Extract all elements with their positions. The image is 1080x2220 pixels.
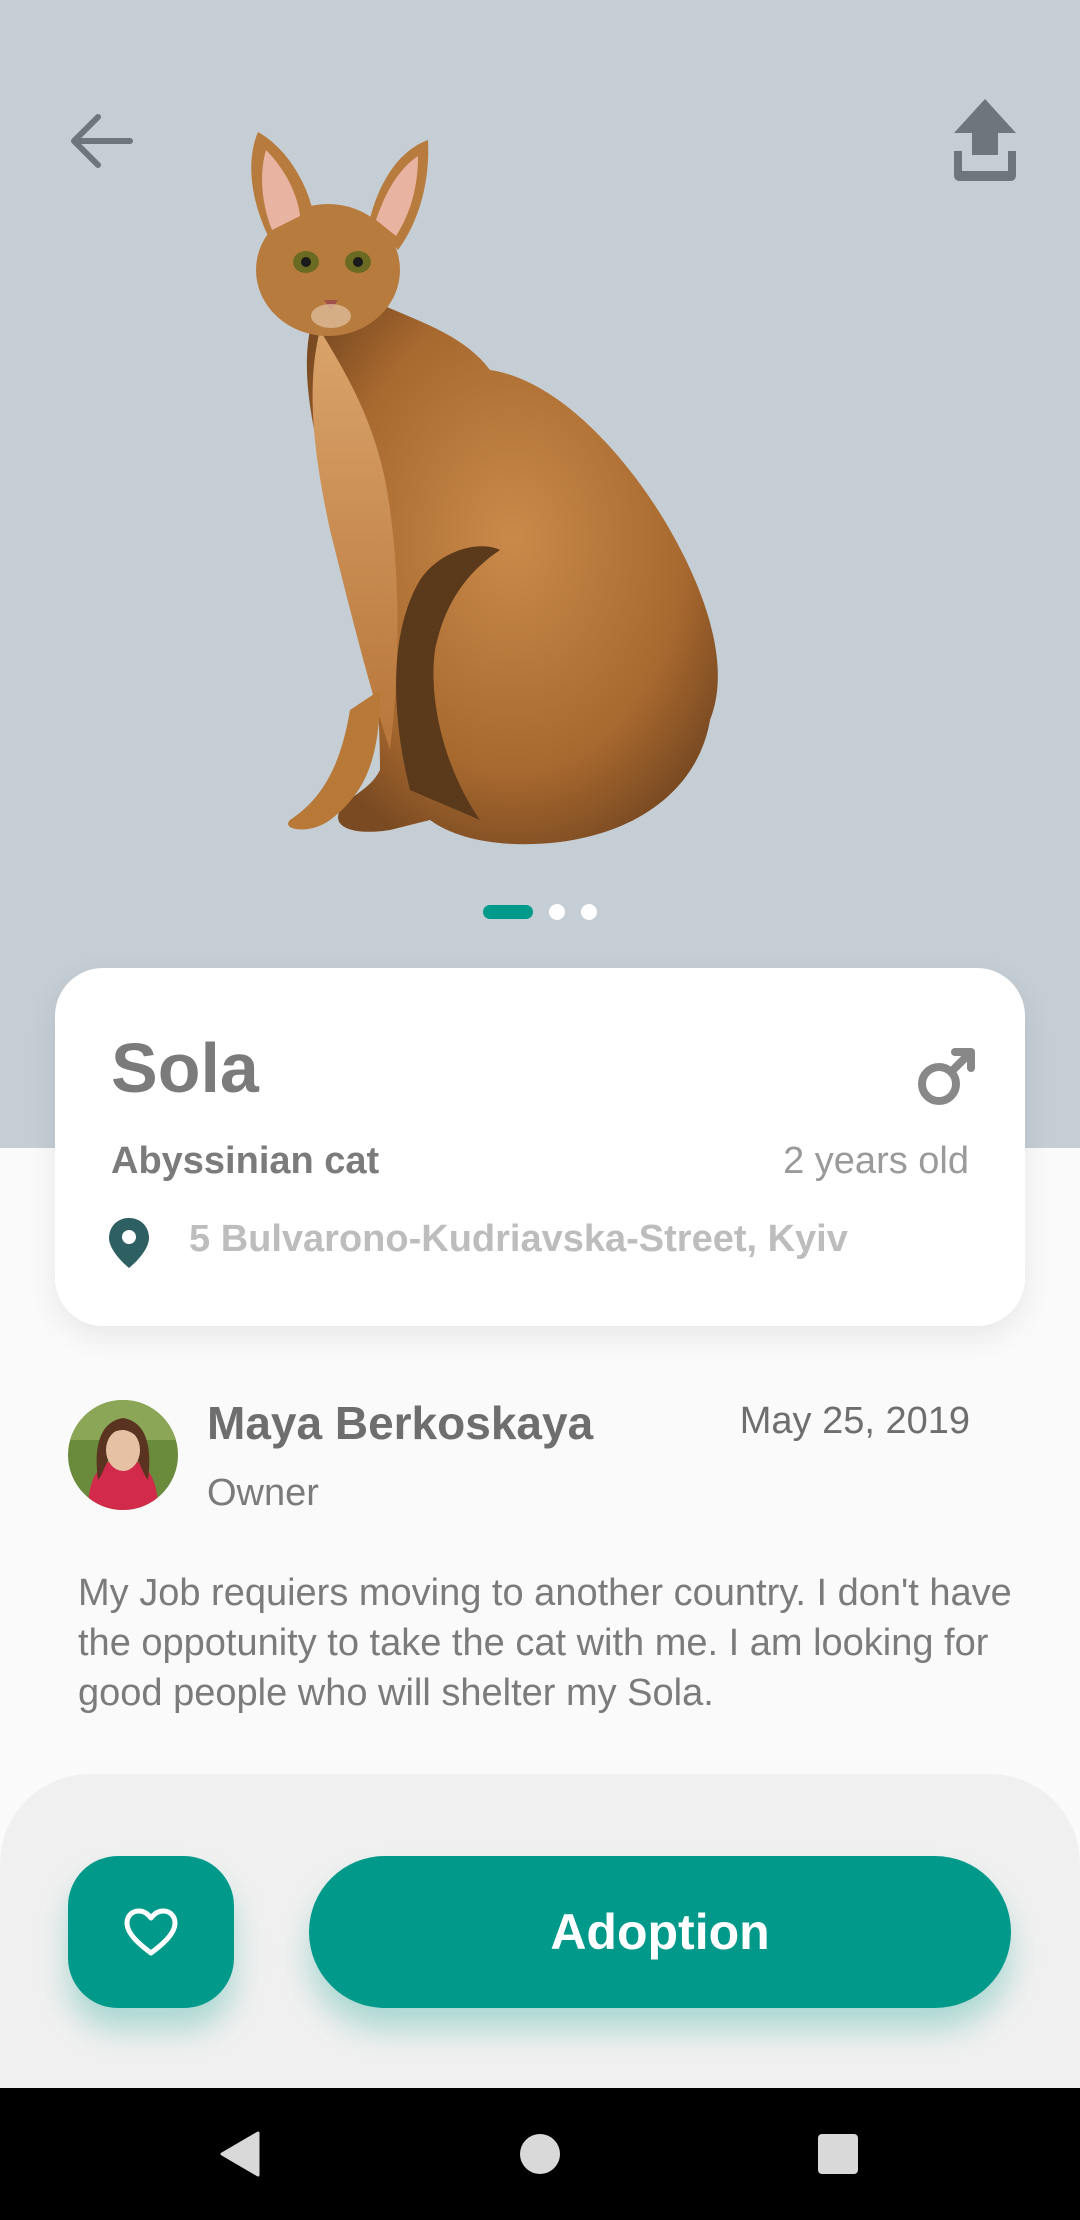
- arrow-left-icon: [71, 114, 133, 168]
- nav-back-icon: [220, 2131, 260, 2177]
- nav-back-button[interactable]: [200, 2118, 280, 2190]
- adoption-button[interactable]: Adoption: [309, 1856, 1011, 2008]
- upload-share-icon: [954, 99, 1016, 181]
- pet-breed: Abyssinian cat: [111, 1140, 380, 1182]
- favorite-button[interactable]: [68, 1856, 234, 2008]
- pagination-dot[interactable]: [549, 904, 565, 920]
- location-pin-icon: [109, 1218, 149, 1268]
- pagination-dot[interactable]: [581, 904, 597, 920]
- system-navigation-bar: [0, 2088, 1080, 2220]
- share-button[interactable]: [940, 90, 1030, 190]
- back-button[interactable]: [56, 96, 146, 186]
- pet-name: Sola: [111, 1029, 259, 1107]
- male-gender-icon: [918, 1048, 975, 1105]
- nav-recents-icon: [818, 2134, 858, 2174]
- cat-photo: [251, 132, 718, 845]
- pet-info-card: Sola Abyssinian cat 2 years old 5 Bulvar…: [55, 968, 1025, 1326]
- owner-name: Maya Berkoskaya: [207, 1397, 594, 1449]
- pet-age: 2 years old: [783, 1140, 969, 1182]
- pet-address: 5 Bulvarono-Kudriavska-Street, Kyiv: [189, 1218, 848, 1260]
- action-bar: Adoption: [0, 1774, 1080, 2088]
- owner-avatar[interactable]: [68, 1400, 178, 1510]
- nav-home-button[interactable]: [500, 2118, 580, 2190]
- heart-outline-icon: [124, 1908, 178, 1956]
- pet-description: My Job requiers moving to another countr…: [78, 1572, 1012, 1714]
- owner-photo: [68, 1400, 178, 1510]
- owner-role: Owner: [207, 1472, 319, 1514]
- nav-home-icon: [520, 2134, 560, 2174]
- gallery-pagination: [0, 904, 1080, 920]
- nav-recents-button[interactable]: [798, 2118, 878, 2190]
- pagination-dot-active[interactable]: [483, 905, 533, 919]
- post-date: May 25, 2019: [739, 1400, 970, 1442]
